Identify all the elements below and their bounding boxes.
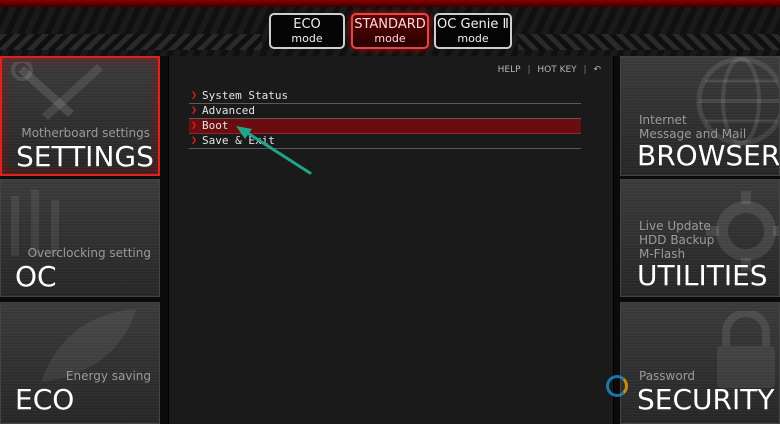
oc-genie-mode-button[interactable]: OC Genie Ⅱ mode — [434, 13, 512, 49]
menu-item-label: Boot — [202, 119, 229, 132]
hot-key-link[interactable]: HOT KEY — [537, 65, 576, 75]
help-bar: HELP | HOT KEY | ↶ — [496, 65, 603, 75]
top-left-stripes — [0, 34, 262, 50]
menu-item-label: Save & Exit — [202, 134, 275, 147]
security-title: SECURITY — [637, 383, 775, 416]
utilities-tile[interactable]: Live Update HDD Backup M-Flash UTILITIES — [620, 179, 780, 297]
lock-icon — [717, 311, 775, 388]
oc-genie-mode-sublabel: mode — [457, 32, 489, 45]
browser-sub-1: Internet — [639, 113, 687, 127]
settings-tile[interactable]: Motherboard settings SETTINGS — [0, 56, 160, 176]
chevron-right-icon: ❯ — [191, 135, 198, 146]
eco-mode-sublabel: mode — [291, 32, 323, 45]
utilities-sub-2: HDD Backup — [639, 233, 715, 247]
standard-mode-button[interactable]: STANDARD mode — [351, 13, 429, 49]
eco-tile[interactable]: Energy saving ECO — [0, 302, 160, 424]
settings-subtitle: Motherboard settings — [21, 126, 150, 140]
oc-subtitle: Overclocking setting — [27, 246, 151, 260]
oc-title: OC — [15, 260, 57, 293]
eco-subtitle: Energy saving — [65, 369, 151, 383]
standard-mode-label: STANDARD — [354, 17, 426, 32]
browser-title: BROWSER — [637, 139, 780, 172]
menu-item-system-status[interactable]: ❯ System Status — [189, 89, 581, 104]
settings-menu: ❯ System Status ❯ Advanced ❯ Boot ❯ Save… — [189, 89, 581, 149]
help-separator: | — [527, 65, 531, 75]
top-bar: ECO mode STANDARD mode OC Genie Ⅱ mode — [0, 0, 780, 56]
menu-item-boot[interactable]: ❯ Boot — [189, 119, 581, 134]
chevron-right-icon: ❯ — [191, 105, 198, 116]
eco-mode-label: ECO — [293, 17, 321, 32]
eco-mode-button[interactable]: ECO mode — [269, 13, 345, 49]
utilities-sub-1: Live Update — [639, 219, 711, 233]
main-panel: HELP | HOT KEY | ↶ ❯ System Status ❯ Adv… — [168, 56, 614, 424]
bios-screen: ECO mode STANDARD mode OC Genie Ⅱ mode M… — [0, 0, 780, 424]
chevron-right-icon: ❯ — [191, 120, 198, 131]
settings-title: SETTINGS — [16, 140, 154, 173]
help-link[interactable]: HELP — [498, 65, 521, 75]
security-tile[interactable]: Password SECURITY — [620, 302, 780, 424]
menu-item-label: System Status — [202, 89, 289, 102]
utilities-title: UTILITIES — [637, 259, 768, 292]
back-icon[interactable]: ↶ — [593, 65, 601, 75]
help-separator-2: | — [583, 65, 587, 75]
standard-mode-sublabel: mode — [374, 32, 406, 45]
menu-item-advanced[interactable]: ❯ Advanced — [189, 104, 581, 119]
watermark-ring-icon — [606, 374, 628, 397]
oc-genie-mode-label: OC Genie Ⅱ — [437, 17, 509, 32]
oc-tile[interactable]: Overclocking setting OC — [0, 179, 160, 297]
watermark-logo — [606, 372, 628, 397]
chevron-right-icon: ❯ — [191, 90, 198, 101]
tools-icon — [11, 62, 103, 120]
browser-tile[interactable]: Internet Message and Mail BROWSER — [620, 56, 780, 176]
top-right-stripes — [518, 34, 780, 50]
menu-item-label: Advanced — [202, 104, 255, 117]
security-sub-1: Password — [639, 369, 696, 383]
menu-item-save-exit[interactable]: ❯ Save & Exit — [189, 134, 581, 149]
top-red-stripe — [0, 0, 780, 7]
eco-title: ECO — [15, 383, 75, 416]
